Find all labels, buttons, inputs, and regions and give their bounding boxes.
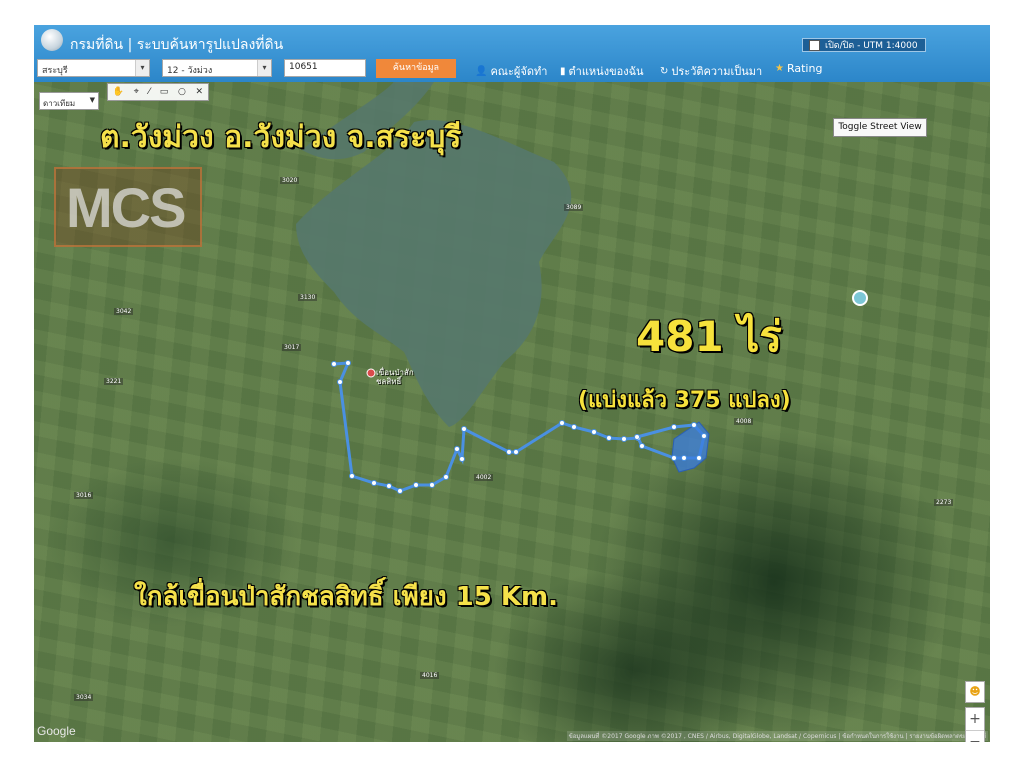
street-view-button[interactable]: Toggle Street View [833, 118, 927, 137]
route-waypoint [386, 483, 392, 489]
clear-icon[interactable]: ✕ [196, 87, 204, 97]
nav-credits-label: คณะผู้จัดทำ [490, 65, 548, 78]
app-window: กรมที่ดิน | ระบบค้นหารูปแปลงที่ดิน เปิด/… [34, 25, 990, 742]
route-waypoint [634, 434, 640, 440]
map-pin-icon[interactable] [852, 290, 868, 306]
route-waypoint [506, 449, 512, 455]
history-icon: ↻ [660, 65, 669, 77]
mcs-watermark-text: MCS [66, 176, 186, 239]
road-tag: 4016 [420, 672, 440, 679]
map-type-select[interactable]: ดาวเทียม ▼ [39, 92, 99, 110]
utm-toggle[interactable]: เปิด/ปิด - UTM 1:4000 [802, 38, 926, 52]
parcel-number-input[interactable]: 10651 [284, 59, 366, 77]
route-waypoint [621, 436, 627, 442]
users-icon: 👤 [475, 65, 488, 77]
hand-icon[interactable]: ✋ [113, 87, 124, 97]
utm-toggle-label: เปิด/ปิด - UTM 1:4000 [825, 41, 918, 51]
route-waypoint [696, 455, 702, 461]
caption-area: 481 ไร่ [636, 312, 782, 361]
road-tag: 3221 [104, 378, 124, 385]
route-waypoint [606, 435, 612, 441]
road-tag: 4008 [734, 418, 754, 425]
checkbox-icon[interactable] [809, 39, 820, 51]
road-tag: 3042 [114, 308, 134, 315]
route-waypoint [443, 474, 449, 480]
road-tag: 3020 [280, 177, 300, 184]
route-waypoint [413, 482, 419, 488]
land-parcel [671, 421, 710, 473]
road-tag: 4002 [474, 474, 494, 481]
location-icon: ▮ [560, 65, 566, 77]
route-waypoint [701, 433, 707, 439]
road-tag: 3016 [74, 492, 94, 499]
zoom-in-button[interactable]: + [966, 708, 984, 730]
header-bar: กรมที่ดิน | ระบบค้นหารูปแปลงที่ดิน เปิด/… [34, 25, 990, 82]
district-select[interactable]: 12 - วังม่วง ▾ [162, 59, 272, 77]
route-waypoint [397, 488, 403, 494]
rectangle-icon[interactable]: ▭ [160, 87, 169, 97]
nav-rating-label: Rating [786, 62, 823, 75]
route-waypoint [571, 424, 577, 430]
circle-icon[interactable]: ○ [178, 87, 186, 97]
caption-location: ต.วังม่วง อ.วังม่วง จ.สระบุรี [100, 120, 462, 155]
route-waypoint [691, 422, 697, 428]
satellite-map[interactable]: ดาวเทียม ▼ ✋ ⌖ ⁄ ▭ ○ ✕ Toggle Street Vie… [34, 82, 990, 742]
draw-toolbar[interactable]: ✋ ⌖ ⁄ ▭ ○ ✕ [107, 83, 209, 101]
route-waypoint [639, 443, 645, 449]
route-waypoint [454, 446, 460, 452]
route-waypoint [681, 455, 687, 461]
route-waypoint [559, 420, 565, 426]
chevron-down-icon[interactable]: ▾ [135, 60, 149, 76]
route-waypoint [461, 426, 467, 432]
road-tag: 3017 [282, 344, 302, 351]
road-tag: 3130 [298, 294, 318, 301]
department-logo-icon [41, 29, 63, 51]
nav-my-location-label: ตำแหน่งของฉัน [568, 65, 644, 78]
app-title: กรมที่ดิน | ระบบค้นหารูปแปลงที่ดิน [70, 37, 284, 53]
dam-label: เขื่อนป่าสัก ชลสิทธิ์ [376, 368, 414, 386]
dam-marker-icon[interactable] [366, 368, 376, 378]
road-tag: 3034 [74, 694, 94, 701]
star-icon: ★ [775, 63, 784, 74]
route-waypoint [345, 360, 351, 366]
map-type-value: ดาวเทียม [43, 99, 76, 108]
route-waypoint [331, 361, 337, 367]
nav-rating[interactable]: ★ Rating [775, 62, 822, 75]
route-waypoint [429, 482, 435, 488]
province-select[interactable]: สระบุรี ▾ [37, 59, 150, 77]
map-attribution[interactable]: ข้อมูลแผนที่ ©2017 Google ภาพ ©2017 , CN… [566, 731, 988, 741]
chevron-down-icon[interactable]: ▼ [90, 96, 95, 104]
route-waypoint [459, 456, 465, 462]
route-waypoint [671, 424, 677, 430]
road-tag: 2273 [934, 499, 954, 506]
nav-credits[interactable]: 👤 คณะผู้จัดทำ [475, 62, 547, 80]
district-value: 12 - วังม่วง [167, 66, 213, 76]
google-logo: Google [37, 724, 76, 738]
zoom-control[interactable]: + − [965, 707, 985, 742]
route-waypoint [671, 455, 677, 461]
zoom-out-button[interactable]: − [966, 730, 984, 742]
route-waypoint [349, 473, 355, 479]
search-button[interactable]: ค้นหาข้อมูล [376, 59, 456, 78]
caption-distance: ใกล้เขื่อนป่าสักชลสิทธิ์ เพียง 15 Km. [134, 582, 558, 612]
nav-history[interactable]: ↻ ประวัติความเป็นมา [660, 62, 762, 80]
route-waypoint [513, 449, 519, 455]
polyline-icon[interactable]: ⁄ [149, 87, 151, 97]
caption-plots: (แบ่งแล้ว 375 แปลง) [578, 388, 791, 413]
mcs-watermark: MCS [54, 167, 202, 247]
chevron-down-icon[interactable]: ▾ [257, 60, 271, 76]
route-waypoint [591, 429, 597, 435]
nav-history-label: ประวัติความเป็นมา [671, 65, 763, 78]
route-waypoint [337, 379, 343, 385]
route-waypoint [371, 480, 377, 486]
marker-icon[interactable]: ⌖ [134, 87, 139, 97]
pegman-icon[interactable]: ☻ [965, 681, 985, 703]
nav-my-location[interactable]: ▮ ตำแหน่งของฉัน [560, 62, 644, 80]
province-value: สระบุรี [42, 66, 68, 76]
road-tag: 3089 [564, 204, 584, 211]
